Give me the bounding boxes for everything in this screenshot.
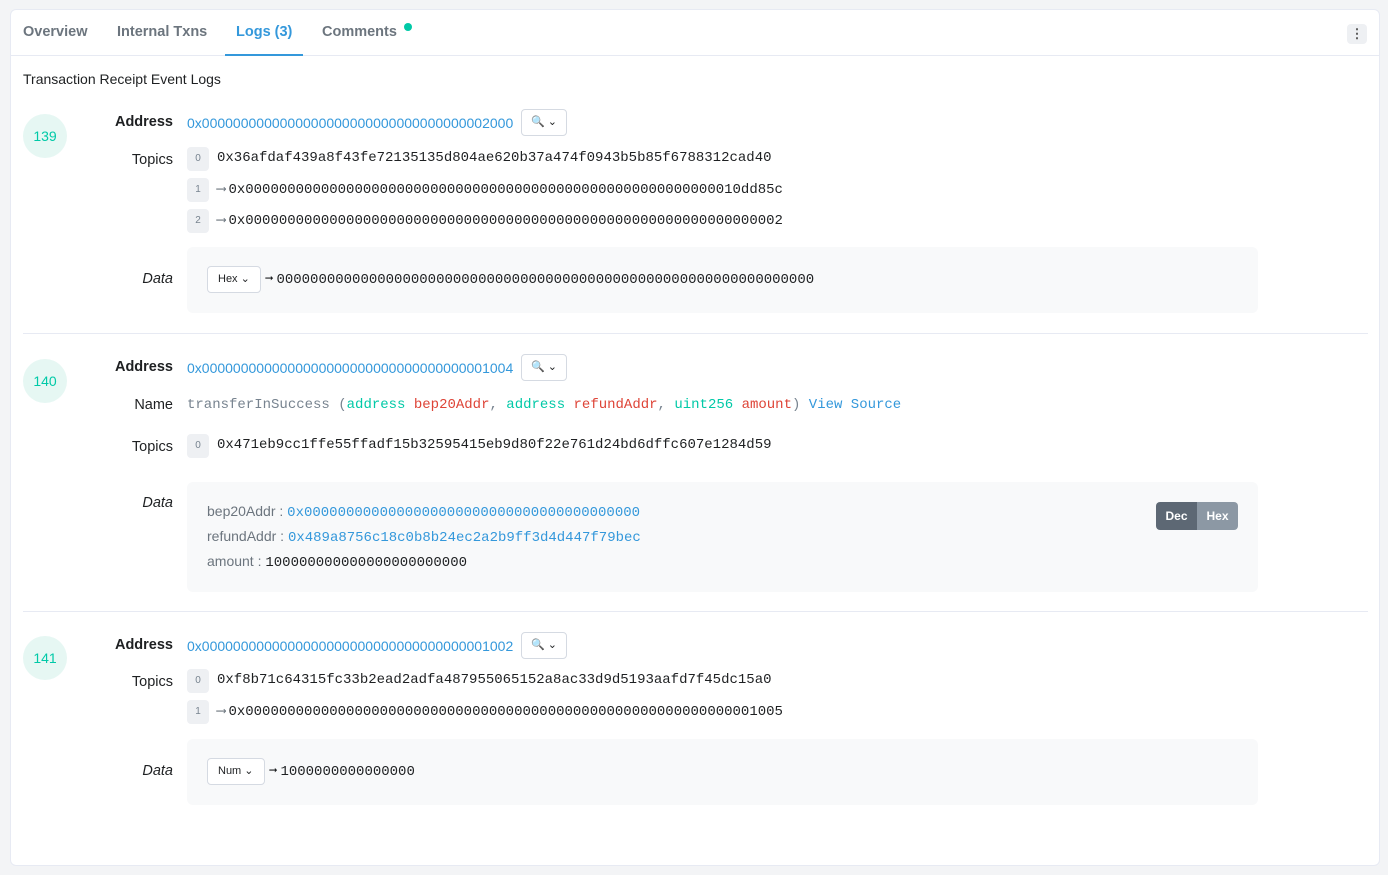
log-entry-139: 139 Address 0x00000000000000000000000000… — [23, 104, 1368, 334]
chevron-down-icon: ⌄ — [547, 116, 557, 128]
topic-index: 0 — [187, 147, 209, 171]
topic-value: 0x00000000000000000000000000000000000000… — [228, 704, 783, 720]
decoded-value-link[interactable]: 0x00000000000000000000000000000000000000… — [287, 505, 640, 521]
tab-comments[interactable]: Comments — [322, 10, 397, 56]
topic-index: 0 — [187, 669, 209, 693]
address-search-dropdown[interactable]: 🔍 ⌄ — [521, 109, 567, 136]
log-address-link[interactable]: 0x00000000000000000000000000000000000010… — [187, 638, 513, 654]
chevron-down-icon: ⌄ — [244, 765, 254, 777]
decoded-param: amount : 100000000000000000000000 — [207, 553, 467, 571]
decoded-key: amount : — [207, 553, 266, 569]
data-label: Data — [142, 495, 173, 511]
topic-index: 0 — [187, 434, 209, 458]
param-name: amount — [741, 397, 792, 413]
address-search-dropdown[interactable]: 🔍 ⌄ — [521, 632, 567, 659]
search-icon: 🔍 — [531, 639, 545, 651]
tab-bar: Overview Internal Txns Logs (3) Comments… — [11, 10, 1379, 56]
arrow-right-icon: ➞ — [265, 272, 274, 288]
topics-label: Topics — [131, 439, 173, 455]
paren-open: ( — [329, 397, 347, 413]
topics-label: Topics — [131, 152, 173, 168]
topic-value-line: ⟶ 0x0000000000000000000000000000000000000… — [217, 181, 783, 198]
tab-logs[interactable]: Logs (3) — [225, 10, 304, 56]
log-entry-140: 140 Address 0x00000000000000000000000000… — [23, 334, 1368, 612]
param-name: bep20Addr — [413, 397, 490, 413]
logs-card: Overview Internal Txns Logs (3) Comments… — [10, 9, 1380, 866]
address-label: Address — [114, 637, 173, 653]
comma: , — [489, 397, 507, 413]
address-label: Address — [114, 359, 173, 375]
address-label: Address — [114, 114, 173, 130]
search-icon: 🔍 — [531, 361, 545, 373]
decoded-value: 100000000000000000000000 — [265, 555, 468, 571]
data-format-select[interactable]: Num ⌄ — [207, 758, 265, 785]
more-options-icon[interactable]: ⋮ — [1347, 24, 1367, 44]
topics-label: Topics — [131, 674, 173, 690]
topic-value-line: ⟶ 0x0000000000000000000000000000000000000… — [217, 212, 783, 229]
hex-button[interactable]: Hex — [1197, 502, 1238, 530]
chevron-down-icon: ⌄ — [547, 639, 557, 651]
data-value-line: ➞ 000000000000000000000000000000000000000… — [265, 271, 814, 288]
comments-indicator-dot — [404, 23, 412, 31]
topic-value: 0x471eb9cc1ffe55ffadf15b32595415eb9d80f2… — [217, 437, 772, 453]
data-format-value: Hex — [218, 273, 238, 285]
arrow-right-icon: ⟶ — [217, 704, 226, 720]
topic-value-line: ⟶ 0x0000000000000000000000000000000000000… — [217, 703, 783, 720]
arrow-right-icon: ⟶ — [217, 182, 226, 198]
decoded-value-link[interactable]: 0x489a8756c18c0b8b24ec2a2b9ff3d4d447f79b… — [288, 530, 641, 546]
arrow-right-icon: ➞ — [269, 764, 278, 780]
topic-value: 0xf8b71c64315fc33b2ead2adfa487955065152a… — [217, 672, 772, 688]
topic-index: 1 — [187, 178, 209, 202]
section-title: Transaction Receipt Event Logs — [23, 71, 221, 87]
topic-index: 1 — [187, 700, 209, 724]
data-box: Hex ⌄ ➞ 000000000000000000000000000000000… — [187, 247, 1258, 313]
data-format-select[interactable]: Hex ⌄ — [207, 266, 261, 293]
arrow-right-icon: ⟶ — [217, 213, 226, 229]
decoded-key: bep20Addr : — [207, 503, 288, 519]
topic-value: 0x36afdaf439a8f43fe72135135d804ae620b37a… — [217, 150, 772, 166]
data-label: Data — [142, 763, 173, 779]
log-address-link[interactable]: 0x00000000000000000000000000000000000010… — [187, 360, 513, 376]
decoded-param: refundAddr : 0x489a8756c18c0b8b24ec2a2b9… — [207, 528, 641, 546]
data-value-line: ➞ 1000000000000000 — [269, 763, 415, 780]
view-source-link[interactable]: View Source — [809, 397, 901, 413]
data-box: bep20Addr : 0x00000000000000000000000000… — [187, 482, 1258, 592]
topic-index: 2 — [187, 209, 209, 233]
tab-internal-txns[interactable]: Internal Txns — [117, 10, 207, 56]
comma: , — [657, 397, 675, 413]
dec-hex-toggle: Dec Hex — [1156, 502, 1238, 530]
data-box: Num ⌄ ➞ 1000000000000000 — [187, 739, 1258, 805]
data-format-value: Num — [218, 765, 242, 777]
param-name: refundAddr — [573, 397, 658, 413]
decoded-param: bep20Addr : 0x00000000000000000000000000… — [207, 503, 640, 521]
name-label: Name — [134, 397, 173, 413]
log-entry-141: 141 Address 0x00000000000000000000000000… — [23, 612, 1368, 822]
dec-button[interactable]: Dec — [1156, 502, 1197, 530]
chevron-down-icon: ⌄ — [547, 361, 557, 373]
param-type: address — [506, 397, 566, 413]
event-signature: transferInSuccess (address bep20Addr, ad… — [187, 397, 901, 413]
data-label: Data — [142, 271, 173, 287]
param-type: uint256 — [674, 397, 734, 413]
chevron-down-icon: ⌄ — [240, 273, 250, 285]
param-type: address — [346, 397, 406, 413]
tab-overview[interactable]: Overview — [23, 10, 88, 56]
address-search-dropdown[interactable]: 🔍 ⌄ — [521, 354, 567, 381]
topic-value: 0x00000000000000000000000000000000000000… — [228, 213, 783, 229]
paren-close: ) — [791, 397, 801, 413]
decoded-key: refundAddr : — [207, 528, 288, 544]
data-value: 1000000000000000 — [280, 764, 415, 780]
log-address-link[interactable]: 0x00000000000000000000000000000000000020… — [187, 115, 513, 131]
event-function-name: transferInSuccess — [187, 397, 330, 413]
data-value: 0000000000000000000000000000000000000000… — [276, 272, 815, 288]
topic-value: 0x00000000000000000000000000000000000000… — [228, 182, 783, 198]
search-icon: 🔍 — [531, 116, 545, 128]
